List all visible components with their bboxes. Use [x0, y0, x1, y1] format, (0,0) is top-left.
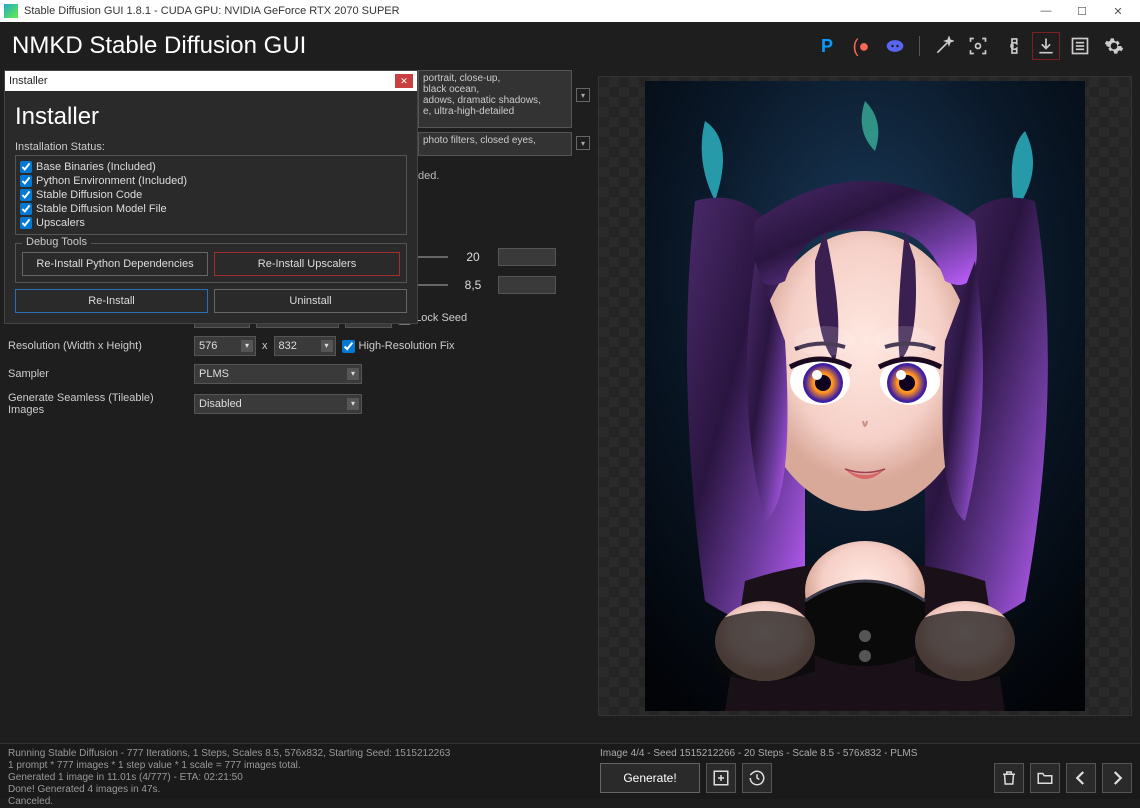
delete-icon[interactable]: [994, 763, 1024, 793]
tileable-label: Generate Seamless (Tileable) Images: [8, 392, 188, 416]
list-icon[interactable]: [1066, 32, 1094, 60]
uninstall-button[interactable]: Uninstall: [214, 289, 407, 313]
debug-tools-legend: Debug Tools: [22, 236, 91, 248]
chevron-down-icon[interactable]: ▾: [576, 88, 590, 102]
steps-value: 20: [458, 250, 488, 264]
status-item: Base Binaries (Included): [20, 160, 402, 174]
scale-input[interactable]: [498, 276, 556, 294]
app-title: NMKD Stable Diffusion GUI: [12, 32, 306, 60]
status-checkbox[interactable]: [20, 217, 32, 229]
chevron-down-icon: ▾: [347, 368, 359, 380]
installation-status-box: Base Binaries (Included) Python Environm…: [15, 155, 407, 235]
lock-seed-label: Lock Seed: [415, 312, 467, 324]
magic-wand-icon[interactable]: [930, 32, 958, 60]
installation-status-label: Installation Status:: [15, 141, 407, 153]
chevron-down-icon[interactable]: ▾: [576, 136, 590, 150]
sampler-label: Sampler: [8, 368, 188, 380]
steps-input[interactable]: [498, 248, 556, 266]
status-log: Running Stable Diffusion - 777 Iteration…: [0, 744, 592, 799]
scale-slider[interactable]: [418, 284, 448, 286]
hires-fix-label: High-Resolution Fix: [359, 340, 455, 352]
status-bar: Running Stable Diffusion - 777 Iteration…: [0, 743, 1140, 799]
text-fragment: ded.: [418, 170, 439, 182]
reinstall-button[interactable]: Re-Install: [15, 289, 208, 313]
left-panel: portrait, close-up, black ocean, adows, …: [0, 70, 592, 744]
status-item: Stable Diffusion Code: [20, 188, 402, 202]
height-select[interactable]: 832▾: [274, 336, 336, 356]
chevron-down-icon: ▾: [321, 340, 333, 352]
prompt-textarea-fragment[interactable]: portrait, close-up, black ocean, adows, …: [418, 70, 572, 128]
width-select[interactable]: 576▾: [194, 336, 256, 356]
right-panel: [592, 70, 1140, 744]
generate-button[interactable]: Generate!: [600, 763, 700, 793]
reinstall-upscalers-button[interactable]: Re-Install Upscalers: [214, 252, 400, 276]
chevron-down-icon: ▾: [241, 340, 253, 352]
status-checkbox[interactable]: [20, 203, 32, 215]
add-to-queue-icon[interactable]: [706, 763, 736, 793]
tileable-select[interactable]: Disabled▾: [194, 394, 362, 414]
steps-slider[interactable]: [418, 256, 448, 258]
window-minimize-button[interactable]: —: [1028, 0, 1064, 22]
window-close-button[interactable]: ✕: [1100, 0, 1136, 22]
patreon-icon[interactable]: (●: [847, 32, 875, 60]
installer-heading: Installer: [15, 103, 407, 131]
status-checkbox[interactable]: [20, 189, 32, 201]
scale-value: 8,5: [458, 278, 488, 292]
image-preview[interactable]: [598, 76, 1132, 716]
status-item: Stable Diffusion Model File: [20, 202, 402, 216]
installer-titlebar-text: Installer: [9, 75, 48, 87]
folder-icon[interactable]: [1030, 763, 1060, 793]
focus-icon[interactable]: [964, 32, 992, 60]
status-item: Python Environment (Included): [20, 174, 402, 188]
hires-fix-checkbox[interactable]: [342, 340, 355, 353]
separator: [919, 36, 920, 56]
history-icon[interactable]: [742, 763, 772, 793]
image-info: Image 4/4 - Seed 1515212266 - 20 Steps -…: [600, 748, 1132, 759]
status-checkbox[interactable]: [20, 175, 32, 187]
installer-titlebar: Installer ✕: [5, 71, 417, 91]
debug-tools-fieldset: Debug Tools Re-Install Python Dependenci…: [15, 243, 407, 283]
download-icon[interactable]: [1032, 32, 1060, 60]
next-image-icon[interactable]: [1102, 763, 1132, 793]
window-titlebar: Stable Diffusion GUI 1.8.1 - CUDA GPU: N…: [0, 0, 1140, 22]
previous-image-icon[interactable]: [1066, 763, 1096, 793]
window-title: Stable Diffusion GUI 1.8.1 - CUDA GPU: N…: [24, 5, 400, 17]
status-checkbox[interactable]: [20, 161, 32, 173]
app-icon: [4, 4, 18, 18]
resolution-x: x: [262, 340, 268, 352]
wrench-icon[interactable]: [998, 32, 1026, 60]
discord-icon[interactable]: [881, 32, 909, 60]
resolution-label: Resolution (Width x Height): [8, 340, 188, 352]
window-maximize-button[interactable]: ☐: [1064, 0, 1100, 22]
paypal-icon[interactable]: P: [813, 32, 841, 60]
generated-image: [645, 81, 1085, 711]
negative-prompt-fragment[interactable]: photo filters, closed eyes,: [418, 132, 572, 156]
close-icon[interactable]: ✕: [395, 74, 413, 88]
app-header: NMKD Stable Diffusion GUI P (●: [0, 22, 1140, 70]
installer-modal: Installer ✕ Installer Installation Statu…: [4, 70, 418, 324]
status-item: Upscalers: [20, 216, 402, 230]
gear-icon[interactable]: [1100, 32, 1128, 60]
chevron-down-icon: ▾: [347, 398, 359, 410]
sampler-select[interactable]: PLMS▾: [194, 364, 362, 384]
reinstall-python-button[interactable]: Re-Install Python Dependencies: [22, 252, 208, 276]
